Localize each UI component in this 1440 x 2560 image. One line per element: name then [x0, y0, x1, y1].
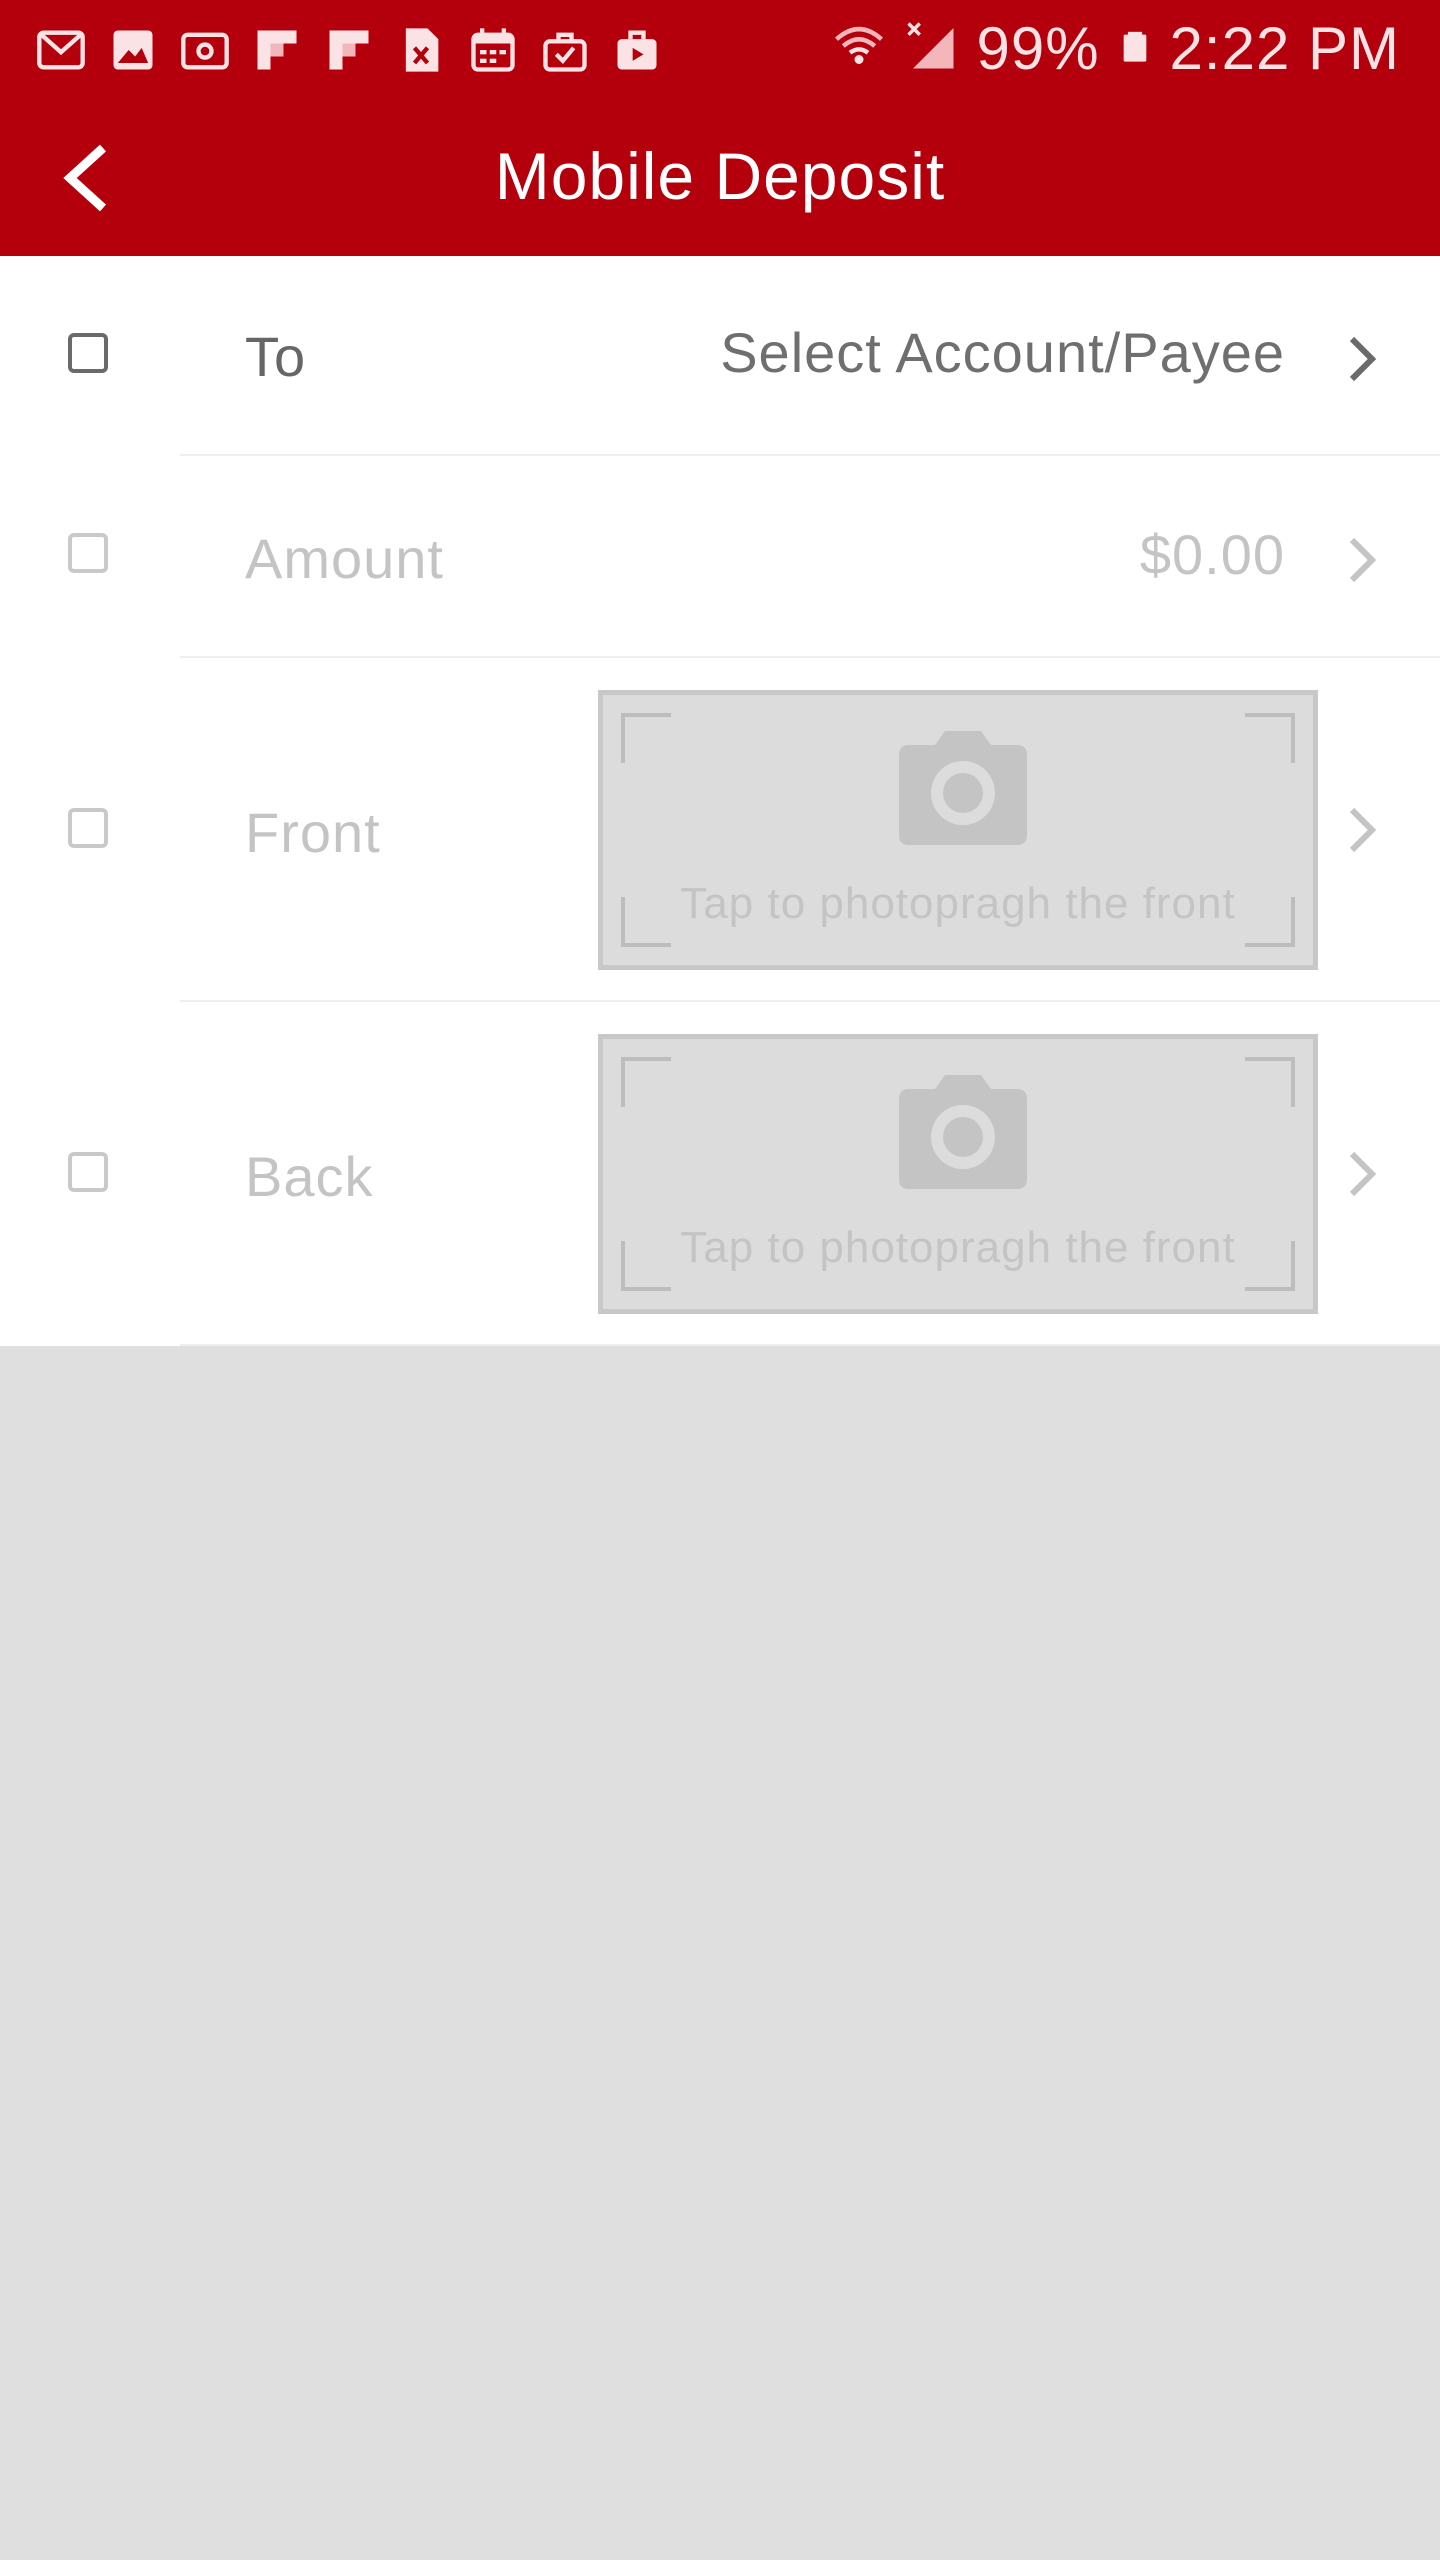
signal-icon	[904, 19, 958, 78]
video-bag-icon	[608, 22, 666, 78]
front-photo-button[interactable]: Tap to photopragh the front	[598, 690, 1318, 970]
to-label: To	[245, 325, 307, 388]
amount-label: Amount	[245, 527, 444, 590]
frame-corner	[621, 1057, 671, 1107]
briefcase-check-icon	[536, 22, 594, 78]
back-photo-hint: Tap to photopragh the front	[680, 1223, 1236, 1272]
deposit-form: To Select Account/Payee Amount $0.00 Fro…	[0, 256, 1440, 1346]
amount-value[interactable]: $0.00	[1140, 522, 1285, 587]
battery-percent: 99%	[976, 15, 1100, 82]
camera-icon	[893, 727, 1033, 847]
back-photo-button[interactable]: Tap to photopragh the front	[598, 1034, 1318, 1314]
frame-corner	[1245, 713, 1295, 763]
chevron-right-icon	[1342, 333, 1382, 385]
divider	[180, 1344, 1440, 1346]
select-account-payee[interactable]: Select Account/Payee	[720, 320, 1285, 385]
camera-icon	[893, 1071, 1033, 1191]
calendar-icon	[464, 22, 522, 78]
excel-icon	[392, 22, 450, 78]
front-photo-hint: Tap to photopragh the front	[680, 879, 1236, 928]
row-back[interactable]: Back Tap to photopragh the front	[0, 1002, 1440, 1346]
wifi-icon	[832, 19, 886, 78]
row-to[interactable]: To Select Account/Payee	[0, 256, 1440, 456]
flipboard-icon	[320, 22, 378, 78]
chevron-right-icon	[1342, 534, 1382, 586]
chevron-right-icon	[1342, 804, 1382, 856]
status-bar: 99% 2:22 PM	[0, 0, 1440, 100]
app-bar: Mobile Deposit	[0, 100, 1440, 256]
status-indicators: 99% 2:22 PM	[832, 14, 1400, 83]
email-icon	[176, 22, 234, 78]
back-checkbox[interactable]	[68, 1152, 108, 1192]
page-title: Mobile Deposit	[494, 139, 946, 213]
row-amount[interactable]: Amount $0.00	[0, 456, 1440, 658]
to-checkbox[interactable]	[68, 333, 108, 373]
gmail-icon	[32, 22, 90, 78]
frame-corner	[621, 713, 671, 763]
flipboard-icon	[248, 22, 306, 78]
notification-icons	[32, 22, 666, 78]
chevron-right-icon	[1342, 1148, 1382, 1200]
battery-icon	[1118, 19, 1152, 78]
gallery-icon	[104, 22, 162, 78]
row-front[interactable]: Front Tap to photopragh the front	[0, 658, 1440, 1002]
front-checkbox[interactable]	[68, 808, 108, 848]
clock: 2:22 PM	[1169, 15, 1400, 82]
back-label: Back	[245, 1145, 374, 1208]
amount-checkbox[interactable]	[68, 533, 108, 573]
front-label: Front	[245, 801, 381, 864]
frame-corner	[1245, 1057, 1295, 1107]
